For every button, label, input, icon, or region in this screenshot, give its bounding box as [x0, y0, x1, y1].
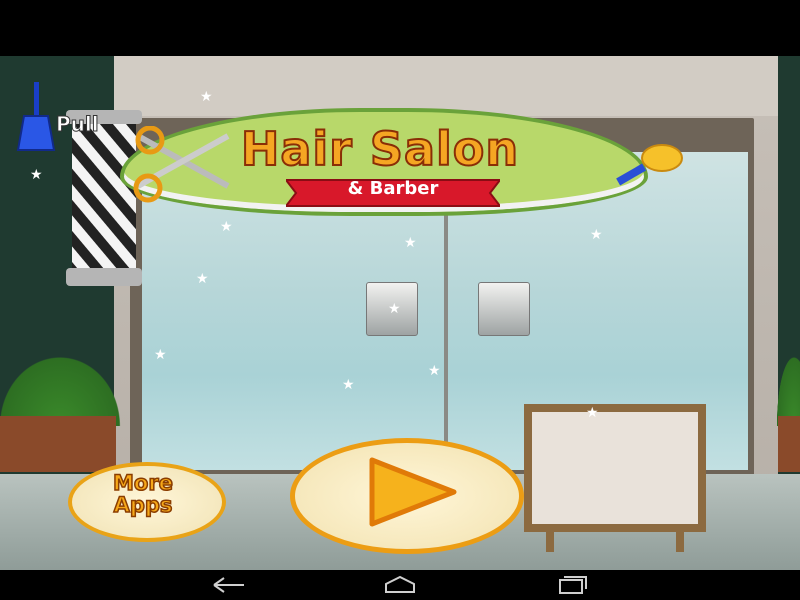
sandwich-board — [524, 404, 706, 532]
board-leg-left — [546, 532, 554, 552]
shop-facade-top — [114, 56, 778, 116]
blue-bell-handle-icon[interactable] — [16, 82, 56, 154]
sparkle-star: ★ — [404, 235, 417, 251]
game-scene: Pull Hair Salon & Barber More Apps ★ ★ ★… — [0, 56, 800, 570]
back-arrow-icon[interactable] — [210, 574, 250, 596]
sparkle-star: ★ — [196, 271, 209, 287]
sparkle-star: ★ — [586, 405, 599, 421]
sparkle-star: ★ — [200, 89, 213, 105]
pull-label[interactable]: Pull — [56, 112, 100, 137]
game-title: Hair Salon — [240, 121, 520, 177]
bush-left — [0, 346, 130, 426]
sparkle-star: ★ — [388, 301, 401, 317]
sparkle-star: ★ — [590, 227, 603, 243]
recent-apps-icon[interactable] — [552, 574, 592, 596]
status-bar — [0, 0, 800, 56]
sparkle-star: ★ — [342, 377, 355, 393]
home-icon[interactable] — [380, 574, 420, 596]
door-handle-right — [478, 282, 530, 336]
navigation-bar — [0, 570, 800, 600]
bush-right — [774, 346, 800, 426]
sparkle-star: ★ — [30, 167, 43, 183]
board-leg-right — [676, 532, 684, 552]
sparkle-star: ★ — [220, 219, 233, 235]
sparkle-star: ★ — [154, 347, 167, 363]
planter-right — [778, 416, 800, 472]
sparkle-star: ★ — [428, 363, 441, 379]
planter-left — [0, 416, 116, 472]
game-subtitle: & Barber — [347, 178, 439, 199]
brush-icon — [616, 144, 683, 186]
play-triangle-icon[interactable] — [362, 454, 462, 530]
more-apps-label[interactable]: More Apps — [68, 471, 218, 517]
